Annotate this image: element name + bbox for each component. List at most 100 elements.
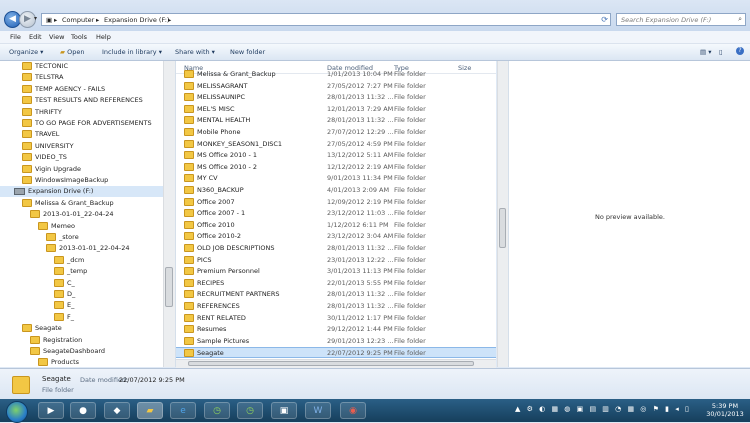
preview-pane: No preview available.: [508, 61, 750, 367]
nav-item[interactable]: Registration: [0, 335, 163, 346]
change-view-icon[interactable]: ▤ ▾: [700, 48, 711, 56]
file-row[interactable]: MELISSAGRANT 27/05/2012 7:27 PM File folde…: [176, 81, 496, 92]
system-tray-icons[interactable]: ▲ ⚙ ◐ ▦ ◍ ▣ ▤ ▥ ◔ ▦ ◎ ⚑ ▮ ◂ ▯: [515, 405, 691, 413]
chrome-icon[interactable]: ◉: [340, 402, 366, 419]
remote-desktop-icon[interactable]: ▣: [271, 402, 297, 419]
file-row[interactable]: MENTAL HEALTH 28/01/2013 11:32 ... File fo…: [176, 115, 496, 126]
nav-item[interactable]: Melissa & Grant_Backup: [0, 198, 163, 209]
clock-app-icon-2[interactable]: ◷: [237, 402, 263, 419]
nav-item[interactable]: TRAVEL: [0, 129, 163, 140]
address-input[interactable]: ▣ ▸ Computer ▸ Expansion Drive (F:) ▸ ⟳: [41, 13, 611, 26]
nav-item[interactable]: VIDEO_TS: [0, 152, 163, 163]
file-list[interactable]: Name Date modified Type Size Melissa & G…: [176, 61, 496, 367]
file-row[interactable]: REFERENCES 28/01/2013 11:32 ... File folde…: [176, 301, 496, 312]
nav-item[interactable]: F_: [0, 312, 163, 323]
nav-item[interactable]: C_: [0, 278, 163, 289]
nav-item[interactable]: D_: [0, 289, 163, 300]
recent-pages-dropdown-icon[interactable]: ▾: [34, 15, 37, 22]
search-input[interactable]: Search Expansion Drive (F:) ⌕: [616, 13, 746, 26]
clock[interactable]: 5:39 PM 30/01/2013: [703, 402, 747, 418]
new-folder-button[interactable]: New folder: [230, 48, 265, 56]
breadcrumb-separator-icon[interactable]: ▸: [54, 16, 57, 24]
file-row[interactable]: Seagate 22/07/2012 9:25 PM File folder: [176, 347, 496, 359]
nav-item[interactable]: Expansion Drive (F:): [0, 186, 163, 198]
file-row[interactable]: RECIPES 22/01/2013 5:55 PM File folder: [176, 278, 496, 289]
nav-item[interactable]: THRIFTY: [0, 107, 163, 118]
nav-item[interactable]: UNIVERSITY: [0, 141, 163, 152]
word-icon[interactable]: W: [305, 402, 331, 419]
open-button[interactable]: ▰ Open: [60, 48, 84, 56]
file-row[interactable]: RENT RELATED 30/11/2012 1:17 PM File folde…: [176, 313, 496, 324]
file-type: File folder: [394, 267, 426, 276]
preview-pane-icon[interactable]: ▯: [719, 48, 723, 56]
navigation-pane[interactable]: Products SeagateDashboard Registration Seag…: [0, 61, 176, 367]
nav-item[interactable]: TEMP AGENCY - FAILS: [0, 84, 163, 95]
file-name-cell: Office 2007 - 1: [184, 208, 245, 219]
nav-item[interactable]: 2013-01-01_22-04-24: [0, 243, 163, 254]
search-icon[interactable]: ⌕: [738, 15, 742, 24]
file-row[interactable]: Premium Personnel 3/01/2013 11:13 PM File …: [176, 266, 496, 277]
file-row[interactable]: MS Office 2010 - 1 13/12/2012 5:11 AM File…: [176, 150, 496, 161]
menu-file[interactable]: File: [10, 33, 21, 41]
file-row[interactable]: Sample Pictures 29/01/2013 12:23 ... File …: [176, 336, 496, 347]
breadcrumb-computer[interactable]: Computer: [62, 16, 94, 24]
menu-tools[interactable]: Tools: [71, 33, 87, 41]
file-row[interactable]: Office 2010-2 23/12/2012 3:04 AM File fold…: [176, 231, 496, 242]
nav-item[interactable]: Vigin Upgrade: [0, 164, 163, 175]
file-row[interactable]: Resumes 29/12/2012 1:44 PM File folder: [176, 324, 496, 335]
nav-item[interactable]: TECTONIC: [0, 61, 163, 72]
file-row[interactable]: MEL'S MISC 12/01/2013 7:29 AM File folder: [176, 104, 496, 115]
help-icon[interactable]: ?: [736, 47, 744, 55]
refresh-icon[interactable]: ⟳: [601, 15, 608, 24]
horizontal-scrollbar-thumb[interactable]: [188, 361, 474, 366]
nav-item[interactable]: 2013-01-01_22-04-24: [0, 209, 163, 220]
breadcrumb-separator-icon[interactable]: ▸: [168, 16, 171, 24]
nav-item[interactable]: SeagateDashboard: [0, 346, 163, 357]
app-icon[interactable]: ◆: [104, 402, 130, 419]
nav-item[interactable]: _temp: [0, 266, 163, 277]
windows-explorer-icon[interactable]: ▰: [137, 402, 163, 419]
media-center-icon[interactable]: ●: [70, 402, 96, 419]
nav-item[interactable]: _dcm: [0, 255, 163, 266]
nav-item[interactable]: E_: [0, 300, 163, 311]
menu-help[interactable]: Help: [96, 33, 111, 41]
menu-edit[interactable]: Edit: [29, 33, 42, 41]
nav-item[interactable]: Seagate: [0, 323, 163, 334]
file-row[interactable]: MELISSAUNIPC 28/01/2013 11:32 ... File fol…: [176, 92, 496, 103]
breadcrumb-separator-icon[interactable]: ▸: [96, 16, 99, 24]
media-player-icon[interactable]: ▶: [38, 402, 64, 419]
file-row[interactable]: RECRUITMENT PARTNERS 28/01/2013 11:32 ...…: [176, 289, 496, 300]
file-row[interactable]: OLD JOB DESCRIPTIONS 28/01/2013 11:32 ...…: [176, 243, 496, 254]
file-list-horizontal-scrollbar[interactable]: [176, 359, 496, 368]
file-row[interactable]: Mobile Phone 27/07/2012 12:29 ... File fol…: [176, 127, 496, 138]
file-row[interactable]: MY CV 9/01/2013 11:34 PM File folder: [176, 173, 496, 184]
include-in-library-button[interactable]: Include in library ▾: [102, 48, 162, 56]
internet-explorer-icon[interactable]: e: [170, 402, 196, 419]
breadcrumb-expansion-drive[interactable]: Expansion Drive (F:): [104, 16, 169, 24]
nav-item[interactable]: Products: [0, 357, 163, 367]
organize-button[interactable]: Organize ▾: [9, 48, 43, 56]
file-row[interactable]: Office 2007 12/09/2012 2:19 PM File folder: [176, 197, 496, 208]
file-row[interactable]: Office 2007 - 1 23/12/2012 11:03 ... File …: [176, 208, 496, 219]
nav-item[interactable]: TELSTRA: [0, 72, 163, 83]
nav-item[interactable]: WindowsImageBackup: [0, 175, 163, 186]
nav-item[interactable]: TO GO PAGE FOR ADVERTISEMENTS: [0, 118, 163, 129]
nav-scrollbar-thumb[interactable]: [165, 267, 173, 307]
file-row[interactable]: Office 2010 1/12/2012 6:11 PM File folder: [176, 220, 496, 231]
start-button[interactable]: [6, 401, 28, 423]
vertical-scrollbar-thumb[interactable]: [499, 208, 506, 248]
nav-item[interactable]: Memeo: [0, 221, 163, 232]
file-list-vertical-scrollbar[interactable]: [497, 61, 508, 367]
nav-scrollbar[interactable]: [163, 61, 175, 367]
file-row[interactable]: PICS 23/01/2013 12:22 ... File folder: [176, 255, 496, 266]
file-row[interactable]: Melissa & Grant_Backup 1/01/2013 10:04 PM…: [176, 69, 496, 80]
file-row[interactable]: N360_BACKUP 4/01/2013 2:09 AM File folder: [176, 185, 496, 196]
menu-view[interactable]: View: [49, 33, 64, 41]
folder-icon: [30, 347, 40, 355]
share-with-button[interactable]: Share with ▾: [175, 48, 215, 56]
file-row[interactable]: MONKEY_SEASON1_DISC1 27/05/2012 4:59 PM Fi…: [176, 139, 496, 150]
nav-item[interactable]: _store: [0, 232, 163, 243]
nav-item[interactable]: TEST RESULTS AND REFERENCES: [0, 95, 163, 106]
file-row[interactable]: MS Office 2010 - 2 12/12/2012 2:19 AM File…: [176, 162, 496, 173]
clock-app-icon[interactable]: ◷: [204, 402, 230, 419]
